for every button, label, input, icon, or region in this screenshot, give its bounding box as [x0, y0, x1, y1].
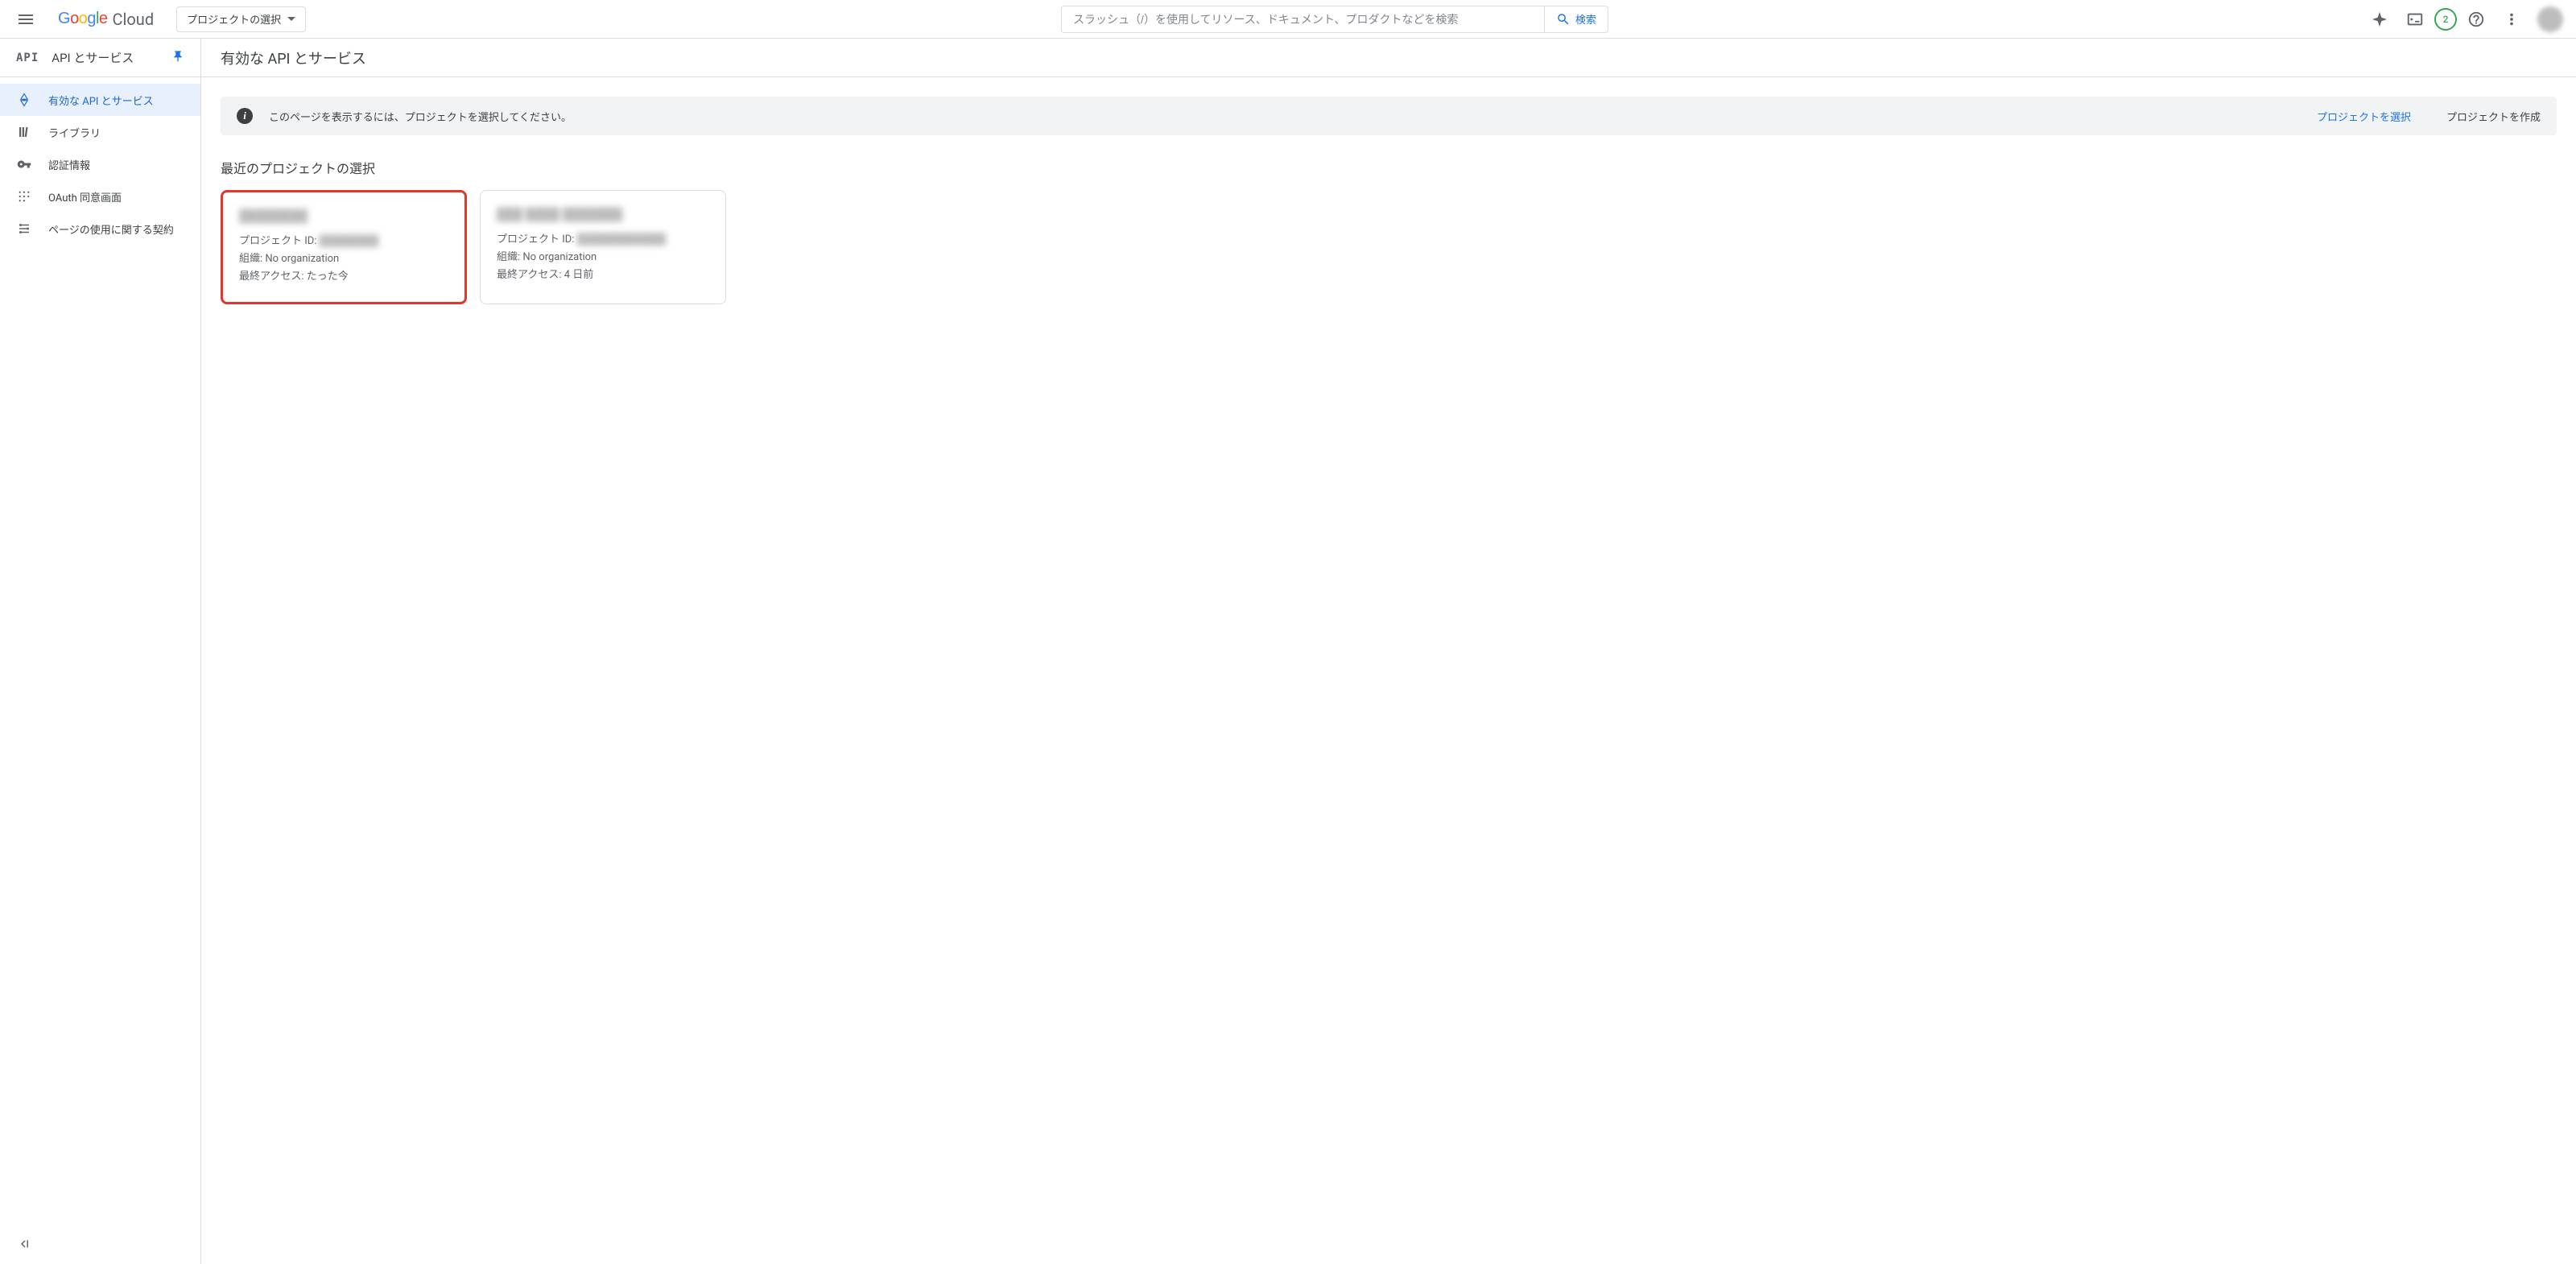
main-body: i このページを表示するには、プロジェクトを選択してください。 プロジェクトを選…	[201, 77, 2576, 324]
project-card-org-line: 組織: No organization	[497, 249, 709, 266]
settings-icon	[16, 221, 32, 236]
search-area: 検索	[345, 6, 2325, 33]
sidebar-header: API API とサービス	[0, 39, 200, 77]
logo-google-text: Google	[58, 10, 108, 28]
sidebar-title: API とサービス	[52, 49, 159, 66]
top-header: Google Cloud プロジェクトの選択 検索 2	[0, 0, 2576, 39]
org-value: No organization	[522, 251, 597, 263]
project-cards: ████████ プロジェクト ID: ████████ 組織: No orga…	[221, 190, 2557, 304]
select-project-link[interactable]: プロジェクトを選択	[2317, 109, 2411, 124]
org-label: 組織:	[497, 251, 522, 263]
nav-label: OAuth 同意画面	[48, 189, 122, 204]
sidebar-footer	[0, 1227, 200, 1264]
logo-cloud-text: Cloud	[113, 10, 155, 29]
search-button-label: 検索	[1575, 11, 1596, 27]
org-value: No organization	[265, 253, 339, 265]
project-selector-button[interactable]: プロジェクトの選択	[176, 6, 306, 32]
nav-label: 認証情報	[48, 157, 90, 172]
search-input[interactable]	[1062, 6, 1544, 32]
sidebar-nav: 有効な API とサービス ライブラリ 認証情報 OAuth 同意画面 ページの…	[0, 77, 200, 1227]
org-label: 組織:	[239, 253, 265, 265]
api-badge-icon: API	[16, 52, 39, 64]
create-project-link[interactable]: プロジェクトを作成	[2446, 109, 2541, 124]
info-bar-text: このページを表示するには、プロジェクトを選択してください。	[269, 109, 2301, 124]
nav-label: ページの使用に関する契約	[48, 221, 174, 237]
recent-projects-title: 最近のプロジェクトの選択	[221, 158, 2557, 177]
last-access-value: たった今	[307, 271, 349, 283]
info-icon: i	[237, 108, 253, 124]
project-card-id-line: プロジェクト ID: ████████	[239, 233, 448, 250]
project-id-label: プロジェクト ID:	[497, 233, 577, 246]
sidebar-item-credentials[interactable]: 認証情報	[0, 148, 200, 180]
project-card-access-line: 最終アクセス: たった今	[239, 268, 448, 286]
caret-down-icon	[287, 17, 295, 21]
project-card[interactable]: ████████ プロジェクト ID: ████████ 組織: No orga…	[221, 190, 467, 304]
last-access-label: 最終アクセス:	[497, 269, 564, 281]
last-access-value: 4 日前	[564, 269, 594, 281]
info-bar: i このページを表示するには、プロジェクトを選択してください。 プロジェクトを選…	[221, 97, 2557, 135]
sidebar: API API とサービス 有効な API とサービス ライブラリ 認証情報 O…	[0, 39, 201, 1264]
nav-label: 有効な API とサービス	[48, 93, 154, 108]
gemini-button[interactable]	[2363, 3, 2396, 35]
enabled-apis-icon	[16, 93, 32, 107]
cloud-shell-button[interactable]	[2399, 3, 2431, 35]
project-id-value: ████████████	[577, 233, 667, 246]
more-button[interactable]	[2496, 3, 2528, 35]
project-selector-label: プロジェクトの選択	[187, 11, 281, 27]
main-content: 有効な API とサービス i このページを表示するには、プロジェクトを選択して…	[201, 39, 2576, 1264]
last-access-label: 最終アクセス:	[239, 271, 307, 283]
project-card-org-line: 組織: No organization	[239, 250, 448, 268]
help-icon	[2467, 10, 2485, 28]
user-avatar[interactable]	[2537, 6, 2563, 32]
trial-count: 2	[2443, 14, 2449, 25]
chevron-left-icon	[16, 1237, 31, 1251]
consent-icon	[16, 189, 32, 204]
library-icon	[16, 125, 32, 139]
notifications-badge[interactable]: 2	[2434, 8, 2457, 31]
more-vert-icon	[2503, 10, 2520, 28]
project-id-label: プロジェクト ID:	[239, 235, 320, 247]
key-icon	[16, 157, 32, 171]
project-card-name: ████████	[239, 209, 448, 223]
header-right: 2	[2363, 3, 2570, 35]
project-card-id-line: プロジェクト ID: ████████████	[497, 231, 709, 249]
sidebar-item-library[interactable]: ライブラリ	[0, 116, 200, 148]
google-cloud-logo[interactable]: Google Cloud	[52, 10, 160, 29]
pin-icon	[171, 50, 184, 63]
body-wrap: API API とサービス 有効な API とサービス ライブラリ 認証情報 O…	[0, 39, 2576, 1264]
pin-button[interactable]	[171, 50, 184, 66]
sidebar-item-oauth-consent[interactable]: OAuth 同意画面	[0, 180, 200, 213]
menu-button[interactable]	[6, 0, 45, 39]
hamburger-icon	[16, 10, 35, 29]
project-card-access-line: 最終アクセス: 4 日前	[497, 266, 709, 284]
search-button[interactable]: 検索	[1544, 6, 1608, 32]
project-card-name: ███ ████ ███████	[497, 207, 709, 221]
project-card[interactable]: ███ ████ ███████ プロジェクト ID: ████████████…	[480, 190, 726, 304]
sidebar-item-page-usage-agreements[interactable]: ページの使用に関する契約	[0, 213, 200, 245]
search-icon	[1556, 12, 1571, 27]
terminal-icon	[2406, 10, 2424, 28]
page-title: 有効な API とサービス	[221, 48, 366, 68]
project-id-value: ████████	[320, 235, 379, 247]
nav-label: ライブラリ	[48, 125, 101, 140]
sidebar-item-enabled-apis[interactable]: 有効な API とサービス	[0, 84, 200, 116]
sparkle-icon	[2371, 10, 2388, 28]
collapse-sidebar-button[interactable]	[16, 1242, 31, 1254]
main-header: 有効な API とサービス	[201, 39, 2576, 77]
search-box: 検索	[1061, 6, 1608, 33]
help-button[interactable]	[2460, 3, 2492, 35]
